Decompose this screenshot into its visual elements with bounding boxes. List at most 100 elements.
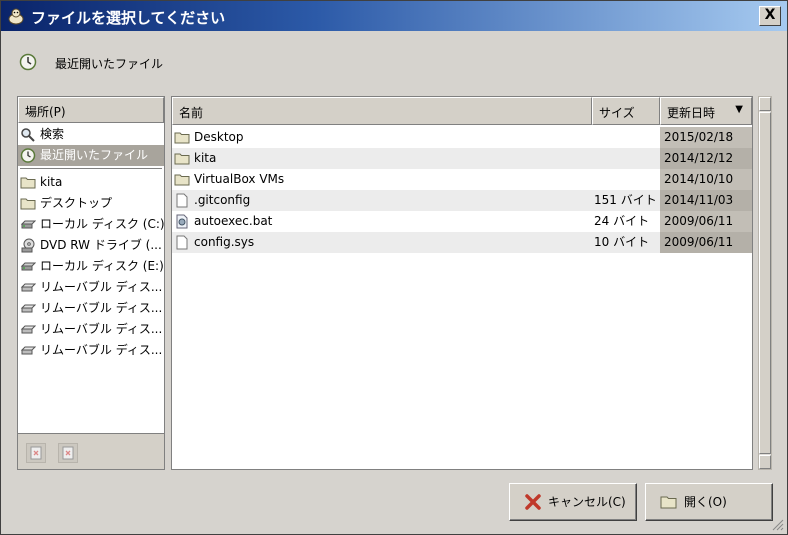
script-icon: [176, 214, 188, 229]
place-item-removable-2[interactable]: リムーバブル ディス...: [18, 298, 164, 319]
removable-icon: [20, 346, 36, 355]
open-button[interactable]: 開く(O): [645, 483, 773, 521]
place-item-local-disk-e[interactable]: ローカル ディスク (E:): [18, 256, 164, 277]
place-item-label: リムーバブル ディス...: [40, 280, 163, 294]
column-header-modified-label: 更新日時: [667, 106, 716, 120]
file-size: 24 バイト: [594, 214, 650, 228]
folder-icon: [174, 153, 190, 165]
file-modified: 2014/10/10: [660, 169, 752, 190]
dvd-icon: [21, 238, 35, 253]
place-item-label: DVD RW ドライブ (...: [40, 238, 162, 252]
file-row[interactable]: Desktop 2015/02/18: [172, 127, 752, 148]
places-header[interactable]: 場所(P): [18, 97, 164, 123]
scroll-thumb[interactable]: [759, 112, 771, 454]
file-size: 10 バイト: [594, 235, 650, 249]
recent-icon: [19, 53, 37, 71]
place-item-label: ローカル ディスク (C:): [40, 217, 164, 231]
file-size: [594, 169, 660, 190]
app-icon: [8, 8, 24, 25]
place-item-removable-1[interactable]: リムーバブル ディス...: [18, 277, 164, 298]
place-item-removable-4[interactable]: リムーバブル ディス...: [18, 340, 164, 361]
place-item-recent[interactable]: 最近開いたファイル: [18, 145, 164, 166]
file-row[interactable]: config.sys 10 バイト 2009/06/11: [172, 232, 752, 253]
file-name-cell: config.sys: [172, 232, 592, 253]
removable-icon: [20, 325, 36, 334]
add-bookmark-icon: [30, 446, 42, 460]
places-list: 検索 最近開いたファイル kita デスクトップ ローカル ディスク (C:): [18, 124, 164, 361]
add-bookmark-button[interactable]: [26, 443, 46, 463]
location-label: 最近開いたファイル: [55, 57, 164, 71]
remove-bookmark-button[interactable]: [58, 443, 78, 463]
cancel-label: キャンセル(C): [548, 495, 626, 509]
removable-icon: [20, 283, 36, 292]
file-name: config.sys: [194, 235, 255, 249]
place-item-local-disk-c[interactable]: ローカル ディスク (C:): [18, 214, 164, 235]
file-name-cell: Desktop: [172, 127, 592, 148]
harddisk-icon: [20, 262, 36, 271]
place-item-label: kita: [40, 175, 63, 189]
file-modified: 2015/02/18: [660, 127, 752, 148]
file-size: [594, 127, 660, 148]
folder-open-icon: [660, 496, 677, 509]
file-name: .gitconfig: [194, 193, 251, 207]
file-name: autoexec.bat: [194, 214, 273, 228]
resize-grip-icon[interactable]: [770, 517, 784, 531]
place-item-search[interactable]: 検索: [18, 124, 164, 145]
file-modified: 2014/11/03: [660, 190, 752, 211]
close-button[interactable]: X: [759, 6, 781, 26]
place-item-kita[interactable]: kita: [18, 172, 164, 193]
search-icon: [21, 128, 35, 142]
file-name-cell: kita: [172, 148, 592, 169]
file-row[interactable]: autoexec.bat 24 バイト 2009/06/11: [172, 211, 752, 232]
folder-icon: [20, 198, 36, 210]
folder-icon: [174, 132, 190, 144]
column-header-size[interactable]: サイズ: [592, 97, 660, 125]
places-divider: [20, 168, 162, 169]
file-icon: [176, 193, 188, 208]
removable-icon: [20, 304, 36, 313]
column-header-modified[interactable]: 更新日時 ▼: [660, 97, 752, 125]
title-bar[interactable]: ファイルを選択してください X: [1, 1, 787, 31]
file-name: Desktop: [194, 130, 244, 144]
scroll-down-arrow[interactable]: [759, 455, 771, 469]
file-list: 名前 サイズ 更新日時 ▼ Desktop 2015/02/18 kita 20…: [171, 96, 753, 470]
file-chooser-dialog: ファイルを選択してください X 最近開いたファイル 場所(P) 検索 最近開いた…: [0, 0, 788, 535]
open-label: 開く(O): [684, 495, 727, 509]
vertical-scrollbar[interactable]: [758, 96, 772, 470]
file-modified: 2009/06/11: [660, 232, 752, 253]
cancel-icon: [525, 494, 541, 510]
places-panel: 場所(P) 検索 最近開いたファイル kita デスクトップ ローカル ディスク: [17, 96, 165, 470]
file-name-cell: autoexec.bat: [172, 211, 592, 232]
file-size: [594, 148, 660, 169]
harddisk-icon: [20, 220, 36, 229]
folder-icon: [20, 177, 36, 189]
file-rows: Desktop 2015/02/18 kita 2014/12/12 Virtu…: [172, 127, 752, 253]
file-row[interactable]: VirtualBox VMs 2014/10/10: [172, 169, 752, 190]
place-item-label: リムーバブル ディス...: [40, 343, 163, 357]
file-modified: 2014/12/12: [660, 148, 752, 169]
file-name-cell: VirtualBox VMs: [172, 169, 592, 190]
file-name-cell: .gitconfig: [172, 190, 592, 211]
place-item-removable-3[interactable]: リムーバブル ディス...: [18, 319, 164, 340]
place-item-dvd-drive[interactable]: DVD RW ドライブ (...: [18, 235, 164, 256]
place-item-label: デスクトップ: [40, 196, 113, 210]
scroll-up-arrow[interactable]: [759, 97, 771, 111]
place-item-label: リムーバブル ディス...: [40, 322, 163, 336]
place-item-label: 最近開いたファイル: [40, 148, 149, 162]
folder-icon: [174, 174, 190, 186]
file-row[interactable]: .gitconfig 151 バイト 2014/11/03: [172, 190, 752, 211]
file-modified: 2009/06/11: [660, 211, 752, 232]
places-toolbar: [18, 433, 164, 469]
place-item-label: リムーバブル ディス...: [40, 301, 163, 315]
file-row[interactable]: kita 2014/12/12: [172, 148, 752, 169]
remove-bookmark-icon: [62, 446, 74, 460]
place-item-desktop[interactable]: デスクトップ: [18, 193, 164, 214]
cancel-button[interactable]: キャンセル(C): [509, 483, 637, 521]
file-name: VirtualBox VMs: [194, 172, 285, 186]
place-item-label: ローカル ディスク (E:): [40, 259, 164, 273]
file-size: 151 バイト: [594, 193, 657, 207]
place-item-label: 検索: [40, 127, 65, 141]
recent-icon: [20, 148, 36, 163]
file-name: kita: [194, 151, 217, 165]
column-header-name[interactable]: 名前: [172, 97, 592, 125]
